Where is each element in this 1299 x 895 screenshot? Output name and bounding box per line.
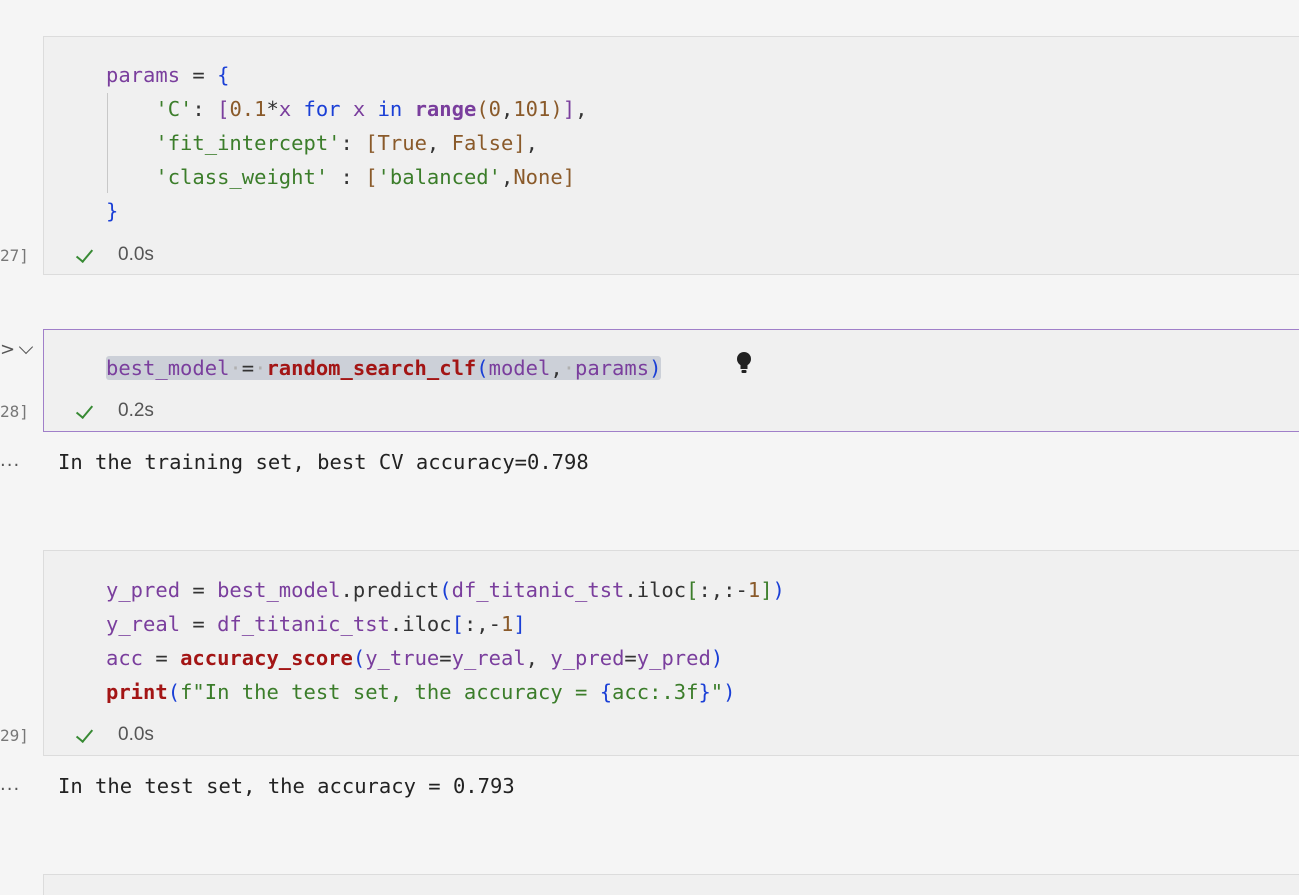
cell-29-code[interactable]: y_pred = best_model.predict(df_titanic_t… <box>106 573 785 717</box>
more-dots-icon[interactable]: ... <box>0 774 20 795</box>
notebook-page: params = { 'C': [0.1*x for x in range(0,… <box>0 0 1299 895</box>
code-line: } <box>106 199 119 223</box>
exec-time: 0.0s <box>118 244 154 265</box>
chevron-down-icon[interactable] <box>18 339 34 355</box>
code-line: 'class_weight' : ['balanced',None] <box>155 165 576 189</box>
code-line: 'fit_intercept': [True, False], <box>155 131 539 155</box>
code-cell-next[interactable] <box>43 874 1299 895</box>
cell-status: 0.2s <box>74 400 154 422</box>
code-line: y_real = df_titanic_tst.iloc[:,-1] <box>106 612 526 636</box>
exec-time: 0.0s <box>118 724 154 745</box>
code-line: 'C': [0.1*x for x in range(0,101)], <box>155 97 588 121</box>
check-icon <box>74 401 94 421</box>
cell-27-code[interactable]: params = { 'C': [0.1*x for x in range(0,… <box>106 58 587 226</box>
cell-28-output: In the training set, best CV accuracy=0.… <box>58 450 589 474</box>
code-line: params = { <box>106 63 230 87</box>
code-line: acc = accuracy_score(y_true=y_real, y_pr… <box>106 646 724 670</box>
lightbulb-icon[interactable] <box>736 351 752 375</box>
run-caret-icon[interactable]: > <box>0 339 15 360</box>
execution-count: 28] <box>0 402 29 421</box>
code-line: best_model·=·random_search_clf(model,·pa… <box>106 356 662 380</box>
code-line: print(f"In the test set, the accuracy = … <box>106 680 736 704</box>
check-icon <box>74 725 94 745</box>
cell-29-output: In the test set, the accuracy = 0.793 <box>58 774 515 798</box>
code-line: y_pred = best_model.predict(df_titanic_t… <box>106 578 785 602</box>
more-dots-icon[interactable]: ... <box>0 450 20 471</box>
execution-count: 29] <box>0 726 29 745</box>
check-icon <box>74 245 94 265</box>
cell-status: 0.0s <box>74 724 154 746</box>
exec-time: 0.2s <box>118 400 154 421</box>
cell-status: 0.0s <box>74 244 154 266</box>
execution-count: 27] <box>0 246 29 265</box>
